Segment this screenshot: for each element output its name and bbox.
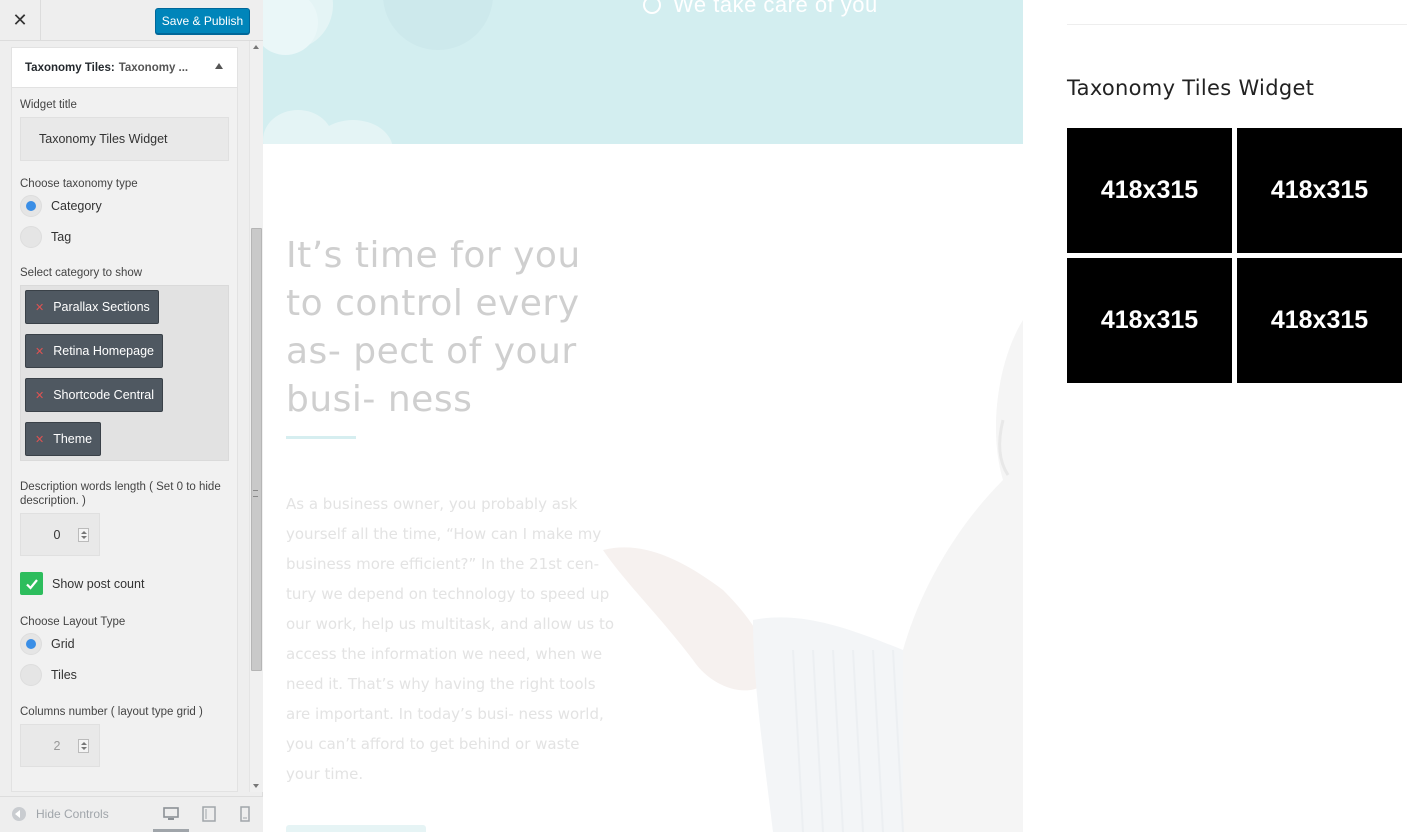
radio-tag[interactable]: Tag: [20, 224, 229, 250]
radio-grid[interactable]: Grid: [20, 631, 229, 657]
columns-label: Columns number ( layout type grid ): [20, 706, 203, 718]
save-publish-button[interactable]: Save & Publish: [155, 8, 250, 34]
customizer-sidebar: ✕ Save & Publish Taxonomy Tiles: Taxonom…: [0, 0, 263, 832]
section-paragraph: As a business owner, you probably ask yo…: [286, 495, 615, 783]
category-chip-label: Retina Homepage: [53, 344, 154, 358]
smiley-icon: [643, 0, 661, 14]
radio-category[interactable]: Category: [20, 193, 229, 219]
category-chip[interactable]: ✕ Theme: [25, 422, 102, 456]
post-count-checkbox[interactable]: [20, 572, 43, 595]
taxonomy-tile[interactable]: 418x315: [1067, 128, 1232, 253]
radio-category-label: Category: [51, 199, 102, 213]
widget-header[interactable]: Taxonomy Tiles: Taxonomy ...: [12, 48, 237, 88]
customizer-header: ✕ Save & Publish: [0, 0, 263, 41]
divider: [1067, 24, 1407, 25]
customizer-footer: Hide Controls: [0, 796, 263, 832]
hide-controls-label: Hide Controls: [36, 807, 109, 821]
collapse-arrow-icon[interactable]: [215, 63, 223, 69]
desktop-preview-icon[interactable]: [163, 806, 179, 822]
radio-category-button[interactable]: [20, 195, 42, 217]
headline-divider: [286, 436, 356, 439]
category-chip[interactable]: ✕ Retina Homepage: [25, 334, 163, 368]
post-count-label: Show post count: [52, 576, 145, 591]
columns-input[interactable]: 2: [20, 724, 100, 767]
layout-type-label: Choose Layout Type: [20, 616, 126, 628]
widget-header-title: Taxonomy Tiles:: [25, 61, 115, 74]
widget-title-label: Widget title: [20, 99, 77, 111]
desc-length-value: 0: [53, 527, 61, 542]
remove-chip-icon[interactable]: ✕: [35, 301, 44, 314]
desc-length-input[interactable]: 0: [20, 513, 100, 556]
widget-panel: Taxonomy Tiles: Taxonomy ... Widget titl…: [11, 47, 238, 792]
category-chip[interactable]: ✕ Shortcode Central: [25, 378, 163, 412]
checkmark-icon: [25, 578, 38, 590]
hero-tagline-text: We take care of you: [673, 0, 878, 17]
site-preview: We take care of you It’s time for you to…: [263, 0, 1419, 832]
taxonomy-tile[interactable]: 418x315: [1237, 258, 1402, 383]
cta-button-peek[interactable]: [286, 825, 426, 832]
scrollbar-thumb[interactable]: [251, 228, 262, 671]
taxonomy-tiles-grid: 418x315 418x315 418x315 418x315: [1067, 128, 1403, 383]
widget-form: Widget title Taxonomy Tiles Widget Choos…: [12, 88, 237, 791]
taxonomy-tile[interactable]: 418x315: [1237, 128, 1402, 253]
widget-sidebar-preview: Taxonomy Tiles Widget 418x315 418x315 41…: [1045, 0, 1419, 832]
section-headline: It’s time for you to control every as- p…: [286, 235, 581, 420]
hero-banner: We take care of you: [263, 0, 1023, 144]
hero-tagline: We take care of you: [643, 0, 878, 18]
taxonomy-tile[interactable]: 418x315: [1067, 258, 1232, 383]
category-chip-label: Parallax Sections: [53, 300, 150, 314]
radio-grid-button[interactable]: [20, 633, 42, 655]
stepper-icon[interactable]: [78, 739, 89, 753]
sidebar-scrollbar[interactable]: [249, 41, 263, 792]
widget-title-input[interactable]: Taxonomy Tiles Widget: [20, 117, 229, 161]
businesswoman-image: [603, 320, 1023, 832]
category-select-label: Select category to show: [20, 267, 143, 279]
radio-tiles-label: Tiles: [51, 668, 77, 682]
remove-chip-icon[interactable]: ✕: [35, 345, 44, 358]
hide-controls-button[interactable]: Hide Controls: [12, 807, 109, 821]
remove-chip-icon[interactable]: ✕: [35, 389, 44, 402]
category-chip-label: Shortcode Central: [53, 388, 154, 402]
radio-tag-label: Tag: [51, 230, 72, 244]
category-chip-label: Theme: [53, 432, 93, 446]
radio-tiles[interactable]: Tiles: [20, 662, 229, 688]
radio-tiles-button[interactable]: [20, 664, 42, 686]
grip-icon: [253, 490, 258, 497]
show-post-count[interactable]: Show post count: [20, 572, 229, 595]
radio-grid-label: Grid: [51, 637, 75, 651]
taxonomy-type-label: Choose taxonomy type: [20, 178, 138, 190]
tablet-preview-icon[interactable]: [201, 806, 217, 822]
stepper-icon[interactable]: [78, 528, 89, 542]
widget-header-subtitle: Taxonomy ...: [118, 61, 189, 74]
desc-length-label: Description words length ( Set 0 to hide…: [20, 481, 221, 507]
columns-value: 2: [53, 738, 61, 753]
scroll-up-icon[interactable]: [253, 45, 259, 49]
radio-tag-button[interactable]: [20, 226, 42, 248]
widget-heading: Taxonomy Tiles Widget: [1067, 76, 1315, 100]
close-customizer-button[interactable]: ✕: [0, 0, 41, 41]
scroll-down-icon[interactable]: [253, 784, 259, 788]
category-multiselect[interactable]: ✕ Parallax Sections ✕ Retina Homepage ✕ …: [20, 285, 229, 461]
category-chip[interactable]: ✕ Parallax Sections: [25, 290, 159, 324]
collapse-left-icon: [12, 807, 26, 821]
remove-chip-icon[interactable]: ✕: [35, 433, 44, 446]
mobile-preview-icon[interactable]: [237, 806, 253, 822]
